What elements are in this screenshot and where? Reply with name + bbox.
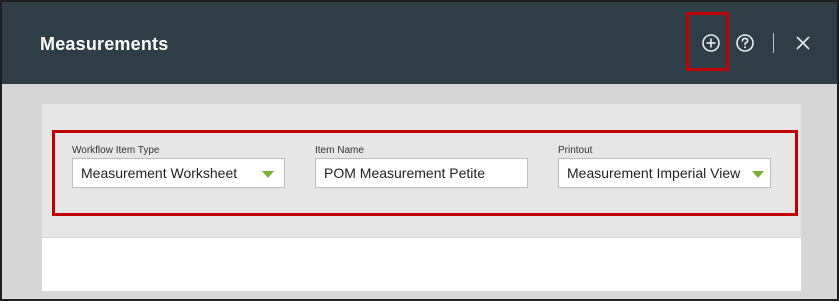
help-button[interactable] — [733, 31, 757, 55]
dialog-header: Measurements — [2, 2, 837, 84]
close-button[interactable] — [791, 31, 815, 55]
close-icon — [796, 36, 810, 50]
question-circle-icon — [736, 34, 754, 52]
add-button[interactable] — [699, 31, 723, 55]
dialog-title: Measurements — [40, 34, 169, 54]
fields-highlight — [52, 130, 798, 216]
content-area — [42, 238, 801, 291]
header-separator — [773, 33, 774, 53]
plus-circle-icon — [702, 34, 720, 52]
measurements-dialog: Measurements Workflow Item Type Measurem… — [0, 0, 839, 301]
